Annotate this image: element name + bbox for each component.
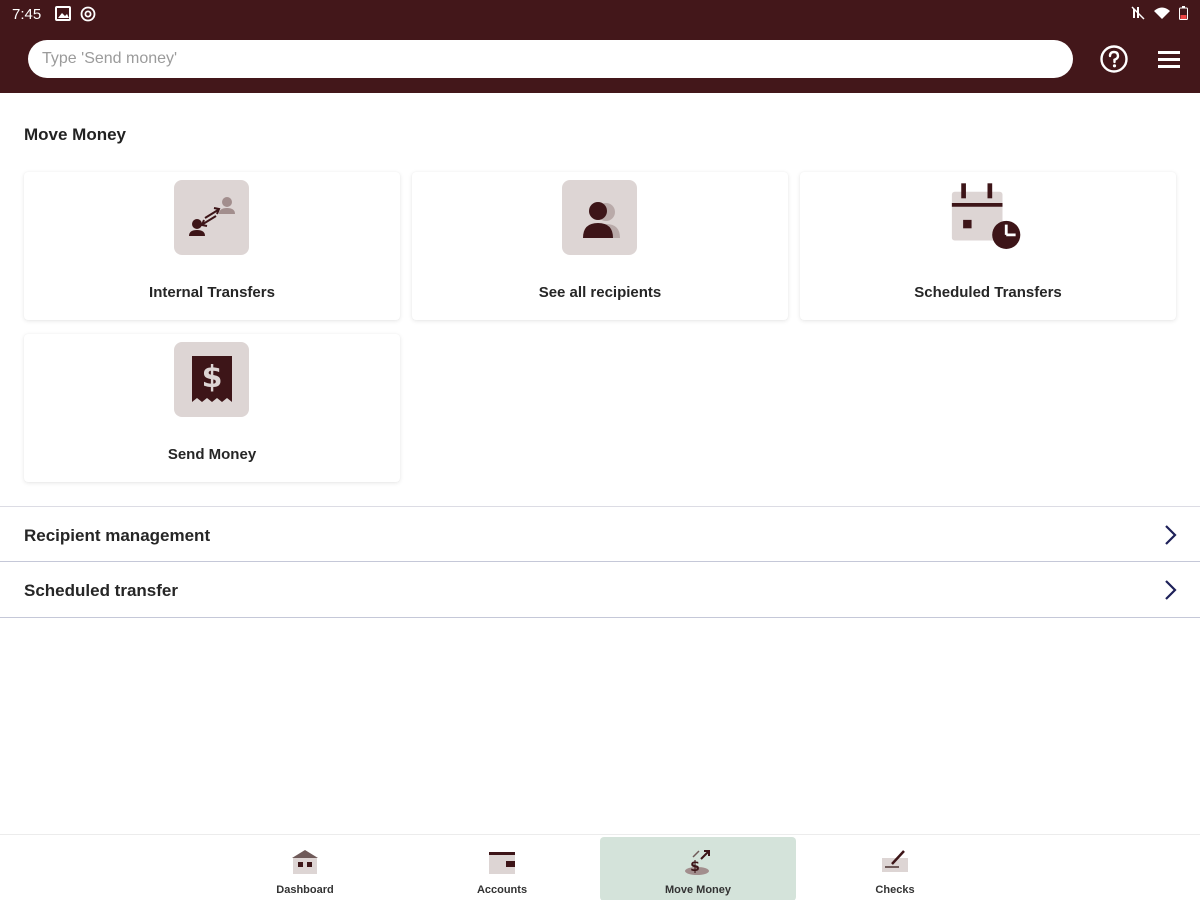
send-money-card[interactable]: $ Send Money <box>24 334 400 482</box>
scheduled-transfer-row[interactable]: Scheduled transfer <box>0 562 1200 618</box>
row-label: Scheduled transfer <box>24 581 178 600</box>
nav-checks[interactable]: Checks <box>797 837 993 900</box>
wifi-icon <box>1153 6 1171 24</box>
check-deposit-icon <box>880 847 910 877</box>
internal-transfer-icon <box>174 180 249 255</box>
card-label: Send Money <box>167 446 257 463</box>
card-label: See all recipients <box>538 284 662 301</box>
nav-dashboard[interactable]: Dashboard <box>207 837 403 900</box>
chevron-right-icon <box>1160 578 1180 602</box>
status-bar: 7:45 <box>0 0 1200 30</box>
at-icon <box>80 6 96 22</box>
internal-transfers-card[interactable]: Internal Transfers <box>24 172 400 320</box>
dollar-receipt-icon: $ <box>174 342 249 417</box>
status-icons <box>1131 6 1188 24</box>
help-button[interactable] <box>1099 44 1129 79</box>
section-title: Move Money <box>24 125 127 144</box>
nav-label: Move Money <box>664 884 731 896</box>
nav-label: Checks <box>875 884 915 896</box>
menu-button[interactable] <box>1154 46 1184 76</box>
recipients-icon <box>562 180 637 255</box>
help-circle-icon <box>1099 44 1129 79</box>
calendar-clock-icon <box>950 180 1025 255</box>
card-label: Scheduled Transfers <box>914 284 1062 301</box>
svg-text:$: $ <box>201 360 222 395</box>
search-input[interactable] <box>28 40 1073 78</box>
scheduled-transfers-card[interactable]: Scheduled Transfers <box>800 172 1176 320</box>
nav-label: Dashboard <box>276 884 334 896</box>
svg-text:$: $ <box>690 859 700 875</box>
card-label: Internal Transfers <box>149 284 275 301</box>
nav-accounts[interactable]: Accounts <box>404 837 600 900</box>
battery-icon <box>1179 6 1188 24</box>
move-money-icon: $ <box>683 847 713 877</box>
status-time: 7:45 <box>12 6 42 23</box>
see-all-recipients-card[interactable]: See all recipients <box>412 172 788 320</box>
nav-label: Accounts <box>476 884 528 896</box>
wallet-icon <box>487 847 517 877</box>
chevron-right-icon <box>1160 523 1180 547</box>
hamburger-menu-icon <box>1156 48 1182 75</box>
recipient-management-row[interactable]: Recipient management <box>0 506 1200 562</box>
mute-icon <box>1131 6 1145 24</box>
nav-move-money[interactable]: $ Move Money <box>600 837 796 900</box>
image-icon <box>55 6 71 21</box>
app-header: 7:45 <box>0 0 1200 93</box>
bottom-navigation: Dashboard Accounts $ Move Money Checks <box>0 834 1200 900</box>
bank-icon <box>290 847 320 877</box>
row-label: Recipient management <box>24 526 211 545</box>
search-bar[interactable] <box>28 40 1073 78</box>
